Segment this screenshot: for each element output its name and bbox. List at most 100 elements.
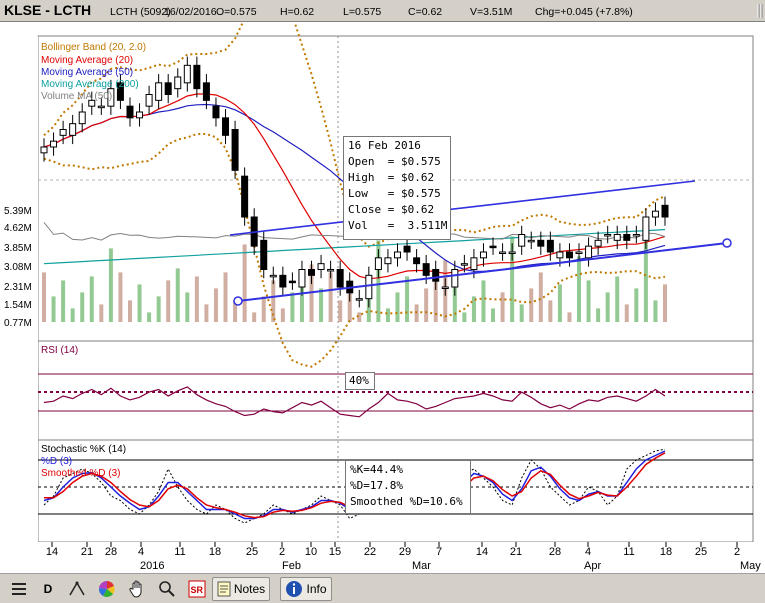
x-tick-label: 15 xyxy=(329,546,341,558)
x-tick-label: 21 xyxy=(81,546,93,558)
x-tick-label: 18 xyxy=(660,546,672,558)
pan-button[interactable] xyxy=(124,577,150,601)
x-tick-label: 28 xyxy=(549,546,561,558)
candle-body xyxy=(451,269,459,288)
tooltip-date: 16 Feb 2016 xyxy=(348,139,421,152)
color-button[interactable] xyxy=(94,577,120,601)
volume-bar xyxy=(89,276,94,322)
candle-body xyxy=(499,251,507,254)
tooltip-vol: Vol = 3.511M xyxy=(348,219,448,232)
candle-body xyxy=(327,269,335,272)
candle-body xyxy=(604,234,612,237)
tooltip-open: Open = $0.575 xyxy=(348,155,441,168)
x-tick-label: 10 xyxy=(305,546,317,558)
volume-bar xyxy=(663,284,667,322)
candle-body xyxy=(155,82,163,101)
rsi-label: RSI (14) xyxy=(41,345,79,356)
draw-tools-button[interactable] xyxy=(64,577,90,601)
volume-bar xyxy=(204,304,209,322)
candle-body xyxy=(565,251,573,259)
stoch-k-label: Stochastic %K (14) xyxy=(41,444,127,455)
candle-body xyxy=(40,146,48,154)
volume-bar xyxy=(80,292,85,322)
tooltip-close: Close = $0.62 xyxy=(348,203,435,216)
candle-body xyxy=(288,280,296,284)
candle-body xyxy=(441,286,449,289)
support-resistance-button[interactable]: SR xyxy=(184,577,210,601)
candle-body xyxy=(632,234,640,237)
stoch-tooltip-d: %D=17.8% xyxy=(350,479,403,492)
candle-body xyxy=(585,245,593,259)
candle-body xyxy=(212,105,220,119)
x-month-label: Feb xyxy=(282,560,301,572)
x-tick-label: 22 xyxy=(364,546,376,558)
candle-body xyxy=(422,263,430,276)
candle-body xyxy=(97,105,105,109)
trendline-handle-start xyxy=(233,296,243,306)
candle-body xyxy=(518,234,526,247)
resize-grip-icon[interactable] xyxy=(757,2,763,20)
quote-low: L=0.575 xyxy=(343,6,382,18)
quote-close: C=0.62 xyxy=(408,6,443,18)
candle-body xyxy=(164,82,172,95)
candle-body xyxy=(183,64,191,84)
candle-body xyxy=(69,123,77,136)
candle-body xyxy=(174,76,182,90)
y-tick-label: 3.85M xyxy=(4,243,32,254)
hand-icon xyxy=(129,580,142,598)
volume-bar xyxy=(280,308,285,322)
legend-ma50: Moving Average (50) xyxy=(41,67,134,78)
x-month-label: Apr xyxy=(584,560,601,572)
volume-bar xyxy=(147,312,152,322)
window-title: KLSE - LCTH xyxy=(4,2,92,18)
menu-button[interactable] xyxy=(6,577,32,601)
quote-open: O=0.575 xyxy=(216,6,257,18)
candle-body xyxy=(393,251,401,259)
x-tick-label: 7 xyxy=(436,546,442,558)
candle-body xyxy=(556,251,564,259)
volume-bar xyxy=(500,292,505,322)
notes-button[interactable]: Notes xyxy=(212,577,270,601)
candle-body xyxy=(384,257,392,265)
period-button[interactable]: D xyxy=(38,577,58,601)
candle-body xyxy=(489,245,497,249)
magnifier-icon xyxy=(159,581,175,597)
candle-body xyxy=(355,298,363,301)
volume-bar xyxy=(194,276,199,322)
trendline-handle-end xyxy=(722,238,732,248)
candle-body xyxy=(78,111,86,125)
color-wheel-icon xyxy=(98,580,115,597)
volume-bar xyxy=(577,256,582,322)
volume-bar xyxy=(175,268,180,322)
info-label: Info xyxy=(306,582,327,596)
x-tick-label: 4 xyxy=(585,546,591,558)
x-tick-label: 28 xyxy=(105,546,117,558)
y-tick-label: 1.54M xyxy=(4,300,32,311)
x-tick-label: 29 xyxy=(399,546,411,558)
candle-body xyxy=(269,274,277,278)
candle-body xyxy=(202,82,210,101)
volume-bar xyxy=(538,272,543,322)
x-month-label: 2016 xyxy=(140,560,164,572)
volume-bar xyxy=(242,244,247,322)
info-button[interactable]: Info xyxy=(280,577,332,601)
volume-bar xyxy=(99,304,104,322)
x-tick-label: 11 xyxy=(623,546,634,558)
draw-tools-icon xyxy=(69,581,85,596)
candle-body xyxy=(642,216,650,241)
volume-bar xyxy=(653,300,658,322)
candle-body xyxy=(623,234,631,241)
candle-body xyxy=(308,269,316,276)
candle-body xyxy=(145,94,153,107)
y-tick-label: 2.31M xyxy=(4,282,32,293)
candle-body xyxy=(59,129,67,136)
rsi-readout: 40% xyxy=(345,372,375,390)
stoch-tooltip-k: %K=44.4% xyxy=(350,463,403,476)
volume-bar xyxy=(213,288,218,322)
legend-ma20: Moving Average (20) xyxy=(41,55,134,66)
tooltip-high: High = $0.62 xyxy=(348,171,435,184)
candle-body xyxy=(365,274,373,300)
stoch-d-label: %D (3) xyxy=(41,456,73,467)
quote-volume: V=3.51M xyxy=(470,6,513,18)
zoom-button[interactable] xyxy=(154,577,180,601)
